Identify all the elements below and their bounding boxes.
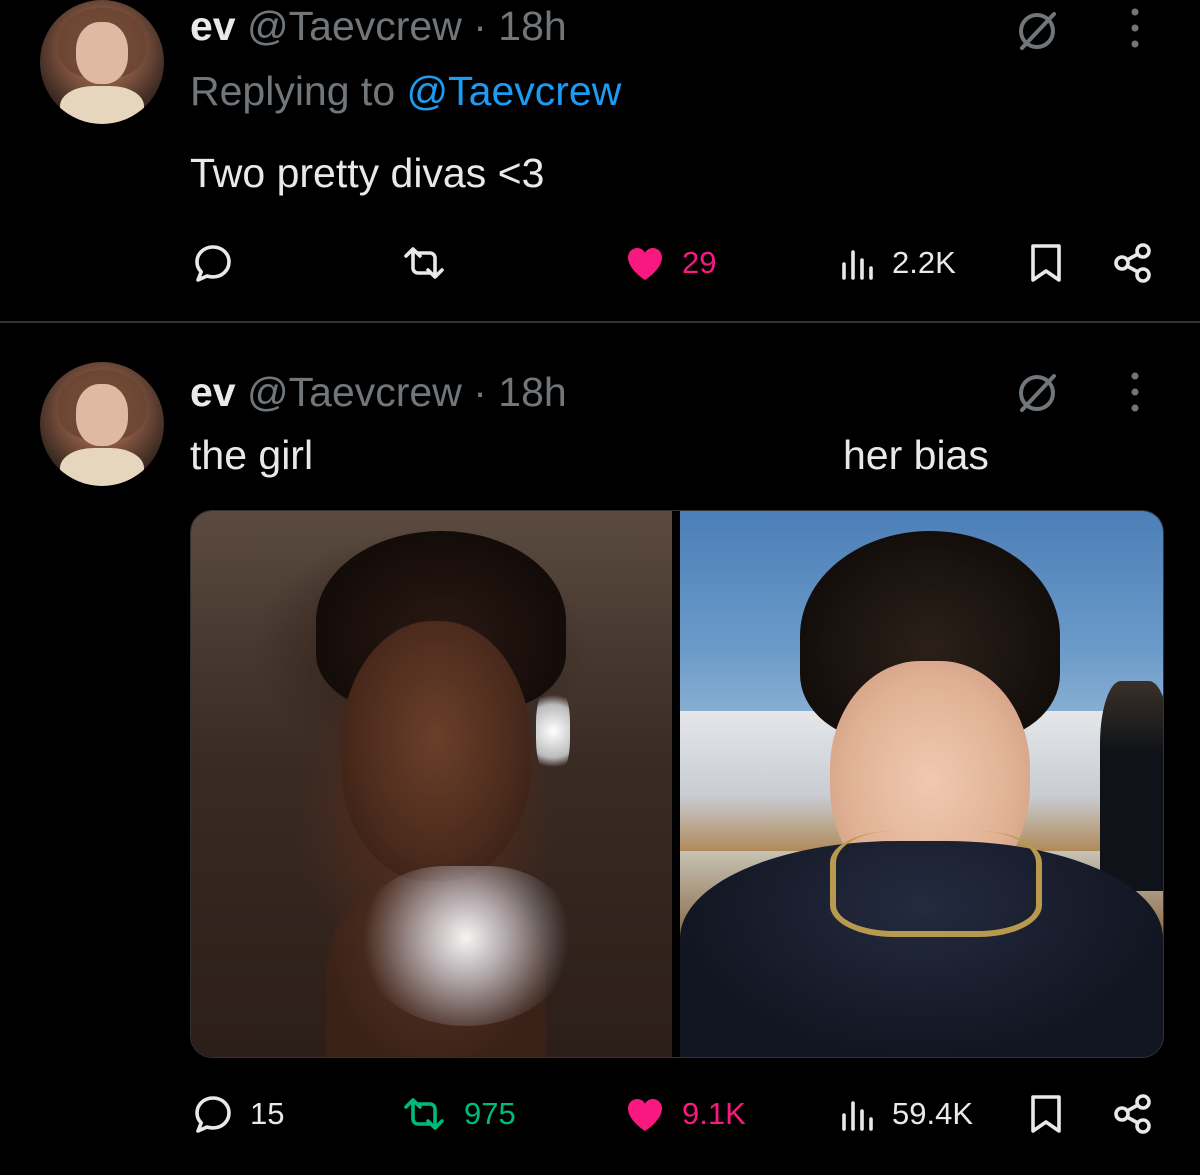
user-handle[interactable]: @Taevcrew (247, 369, 462, 415)
retweet-count: 975 (464, 1096, 516, 1131)
share-icon (1114, 243, 1151, 283)
more-icon[interactable] (1128, 6, 1142, 50)
views-count: 2.2K (892, 245, 956, 280)
replying-to-handle[interactable]: @Taevcrew (407, 68, 622, 114)
retweet-icon (404, 247, 444, 279)
like-button[interactable]: 9.1K (622, 1084, 746, 1144)
share-button[interactable] (1110, 233, 1156, 293)
views-button[interactable]: 59.4K (838, 1084, 973, 1144)
tweet-header: ev @Taevcrew · 18h (190, 2, 567, 50)
grok-icon[interactable] (1014, 370, 1060, 416)
user-handle[interactable]: @Taevcrew (247, 3, 462, 49)
tweet-header: ev @Taevcrew · 18h (190, 368, 567, 416)
heart-icon (628, 1099, 662, 1131)
media-grid (190, 510, 1164, 1058)
tweet-post[interactable]: ev @Taevcrew · 18h the girl her bias 15 … (0, 324, 1200, 1175)
retweet-button[interactable]: 975 (398, 1084, 516, 1144)
heart-icon (628, 248, 662, 280)
tweet-text: Two pretty divas <3 (190, 150, 545, 196)
reply-button[interactable]: 15 (190, 1084, 284, 1144)
bookmark-icon (1031, 244, 1061, 282)
share-icon (1114, 1094, 1151, 1134)
reply-button[interactable] (190, 233, 250, 293)
views-icon (842, 1101, 873, 1131)
action-bar: 15 975 9.1K 59.4K (0, 1084, 1200, 1144)
reply-icon (195, 245, 231, 282)
caption-left: the girl (190, 432, 314, 478)
action-bar: 29 2.2K (0, 233, 1200, 293)
reply-icon (195, 1096, 231, 1133)
views-button[interactable]: 2.2K (838, 233, 956, 293)
avatar[interactable] (40, 0, 164, 124)
tweet-divider (0, 321, 1200, 323)
tweet-reply[interactable]: ev @Taevcrew · 18h Replying to @Taevcrew… (0, 0, 1200, 322)
retweet-button[interactable] (398, 233, 464, 293)
reply-count: 15 (250, 1096, 285, 1131)
like-button[interactable]: 29 (622, 233, 716, 293)
replying-to: Replying to @Taevcrew (190, 68, 621, 115)
bookmark-icon (1031, 1095, 1061, 1133)
display-name[interactable]: ev (190, 3, 236, 49)
photo-right[interactable] (680, 511, 1163, 1057)
like-count: 29 (682, 245, 717, 280)
views-icon (842, 250, 873, 280)
avatar[interactable] (40, 362, 164, 486)
photo-left[interactable] (191, 511, 672, 1057)
retweet-icon (404, 1098, 444, 1130)
bookmark-button[interactable] (1028, 1084, 1064, 1144)
replying-prefix: Replying to (190, 68, 396, 114)
separator-dot: · (473, 369, 487, 415)
more-icon[interactable] (1128, 370, 1142, 414)
grok-icon[interactable] (1014, 8, 1060, 54)
display-name[interactable]: ev (190, 369, 236, 415)
like-count: 9.1K (682, 1096, 746, 1131)
timestamp[interactable]: 18h (498, 369, 566, 415)
share-button[interactable] (1110, 1084, 1156, 1144)
separator-dot: · (473, 3, 487, 49)
bookmark-button[interactable] (1028, 233, 1064, 293)
timestamp[interactable]: 18h (498, 3, 566, 49)
caption-right: her bias (843, 432, 989, 478)
views-count: 59.4K (892, 1096, 974, 1131)
